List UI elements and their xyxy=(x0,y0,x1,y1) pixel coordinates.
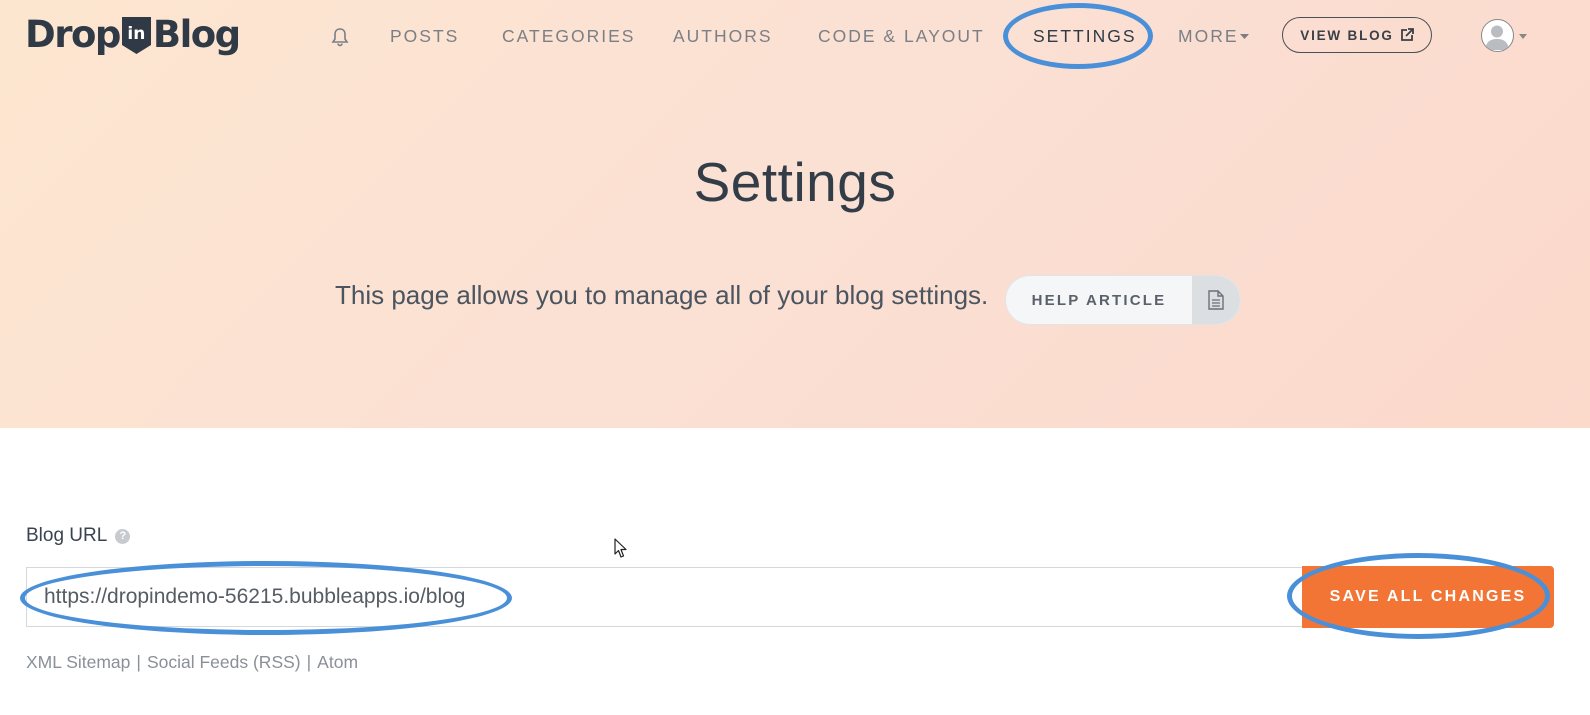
blog-url-label-text: Blog URL xyxy=(26,525,108,546)
rss-feed-link[interactable]: Social Feeds (RSS) xyxy=(147,652,301,672)
view-blog-button[interactable]: VIEW BLOG xyxy=(1282,17,1432,53)
page-title: Settings xyxy=(693,151,897,213)
save-all-changes-button[interactable]: SAVE ALL CHANGES xyxy=(1302,566,1554,628)
link-separator: | xyxy=(136,652,141,672)
nav-posts[interactable]: POSTS xyxy=(390,26,459,47)
user-menu-caret-icon[interactable] xyxy=(1519,34,1527,39)
logo-badge: in xyxy=(121,15,151,54)
help-article-label: HELP ARTICLE xyxy=(1031,291,1167,309)
logo-text-drop: Drop xyxy=(25,12,121,56)
blog-url-input[interactable] xyxy=(26,567,1304,627)
logo-text-blog: Blog xyxy=(152,12,241,56)
mouse-cursor-icon xyxy=(614,538,627,558)
nav-categories[interactable]: CATEGORIES xyxy=(502,26,635,47)
question-icon[interactable]: ? xyxy=(115,528,131,544)
external-link-icon xyxy=(1400,28,1414,41)
caret-down-icon xyxy=(1239,34,1249,40)
view-blog-label: VIEW BLOG xyxy=(1300,27,1394,43)
nav-more-label: MORE xyxy=(1178,26,1239,46)
blog-url-label: Blog URL ? xyxy=(26,525,131,547)
avatar-icon[interactable] xyxy=(1481,19,1514,52)
dropinblog-logo[interactable]: Drop in Blog xyxy=(25,12,241,56)
nav-more[interactable]: MORE xyxy=(1178,26,1249,47)
logo-badge-text: in xyxy=(127,24,146,44)
help-article-button[interactable]: HELP ARTICLE xyxy=(1005,275,1241,325)
nav-authors[interactable]: AUTHORS xyxy=(673,26,773,47)
xml-sitemap-link[interactable]: XML Sitemap xyxy=(26,652,130,672)
bell-icon[interactable] xyxy=(330,27,350,47)
atom-feed-link[interactable]: Atom xyxy=(317,652,358,672)
feed-links: XML Sitemap | Social Feeds (RSS) | Atom xyxy=(26,652,358,673)
nav-code-layout[interactable]: CODE & LAYOUT xyxy=(818,26,985,47)
page-description: This page allows you to manage all of yo… xyxy=(335,280,989,310)
document-icon xyxy=(1192,276,1240,324)
nav-settings[interactable]: SETTINGS xyxy=(1033,26,1137,47)
link-separator: | xyxy=(306,652,312,672)
hero-banner xyxy=(0,0,1590,428)
